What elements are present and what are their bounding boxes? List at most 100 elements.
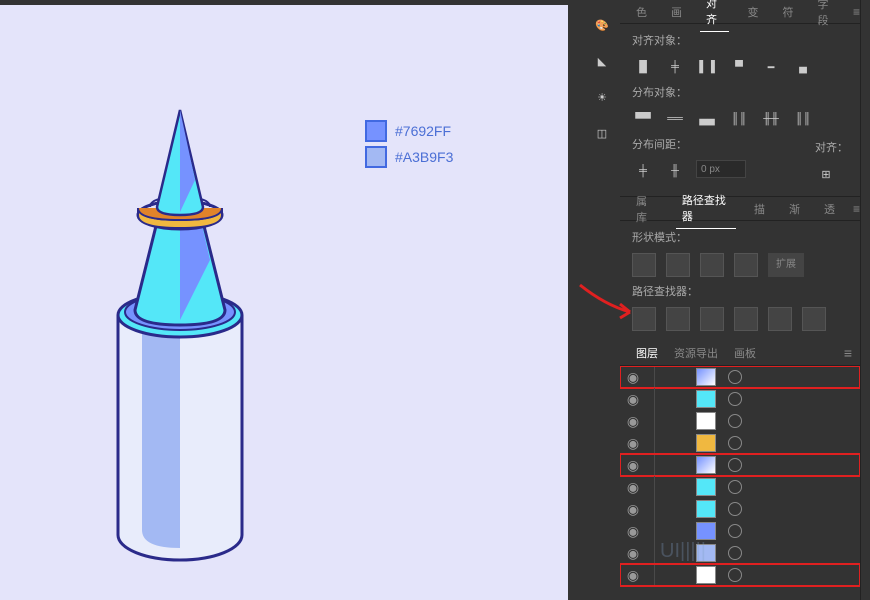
trim-icon[interactable] [666, 307, 690, 331]
minus-back-icon[interactable] [802, 307, 826, 331]
tab-color[interactable]: 色 [630, 0, 653, 24]
tab-char[interactable]: 符 [776, 0, 799, 24]
visibility-toggle-icon[interactable]: ◉ [624, 457, 642, 474]
shape-tool-icon[interactable]: ◣ [587, 46, 617, 76]
merge-icon[interactable] [700, 307, 724, 331]
layer-row[interactable]: ◉ [620, 432, 860, 454]
target-icon[interactable] [728, 524, 742, 538]
tab-pathfinder[interactable]: 路径查找器 [676, 188, 736, 229]
top-panel-tabs: 色 画 对齐 变 符 字段 ≡ [620, 0, 860, 24]
visibility-toggle-icon[interactable]: ◉ [624, 391, 642, 408]
brightness-icon[interactable]: ☀ [587, 82, 617, 112]
pathfinder-tabs: 属 库 路径查找器 描 渐 透 ≡ [620, 197, 860, 221]
swatch-2[interactable] [365, 146, 387, 168]
layer-thumbnail [696, 522, 716, 540]
shape-mode-label: 形状模式： [632, 229, 848, 245]
target-icon[interactable] [728, 392, 742, 406]
dist-vcenter-icon[interactable]: ══ [664, 108, 686, 130]
swatch-1[interactable] [365, 120, 387, 142]
align-to-label: 对齐： [815, 139, 848, 155]
pathfinder-label: 路径查找器： [632, 283, 848, 299]
tab-stroke2[interactable]: 描 [748, 197, 771, 221]
layer-thumbnail [696, 412, 716, 430]
visibility-toggle-icon[interactable]: ◉ [624, 523, 642, 540]
layer-row[interactable]: ◉ [620, 366, 860, 388]
layer-row[interactable]: ◉ [620, 410, 860, 432]
spacing-input[interactable] [696, 160, 746, 178]
align-to-artboard-icon[interactable]: ⊞ [815, 163, 837, 185]
target-icon[interactable] [728, 480, 742, 494]
tab-lib[interactable]: 属 库 [630, 189, 664, 229]
tab-transform[interactable]: 变 [741, 0, 764, 24]
align-objects-label: 对齐对象： [632, 32, 848, 48]
visibility-toggle-icon[interactable]: ◉ [624, 545, 642, 562]
visibility-toggle-icon[interactable]: ◉ [624, 413, 642, 430]
layer-thumbnail [696, 456, 716, 474]
visibility-toggle-icon[interactable]: ◉ [624, 479, 642, 496]
layer-row[interactable]: ◉ [620, 564, 860, 586]
dist-left-icon[interactable]: ║║ [728, 108, 750, 130]
distribute-spacing-label: 分布间距： [632, 136, 746, 152]
align-section: 对齐对象： ▐▌ ╪ ▌▐ ▀ ━ ▄ 分布对象： ▀▀ ══ ▄▄ ║║ ╫╫… [620, 24, 860, 197]
dist-hcenter-icon[interactable]: ╫╫ [760, 108, 782, 130]
layer-thumbnail [696, 368, 716, 386]
divide-icon[interactable] [632, 307, 656, 331]
crop-icon[interactable] [734, 307, 758, 331]
layer-row[interactable]: ◉ [620, 476, 860, 498]
visibility-toggle-icon[interactable]: ◉ [624, 369, 642, 386]
outline-icon[interactable] [768, 307, 792, 331]
pathfinder-menu-icon[interactable]: ≡ [853, 202, 860, 216]
layer-row[interactable]: ◉ [620, 454, 860, 476]
layer-thumbnail [696, 390, 716, 408]
layer-thumbnail [696, 434, 716, 452]
visibility-toggle-icon[interactable]: ◉ [624, 435, 642, 452]
align-hcenter-icon[interactable]: ╪ [664, 56, 686, 78]
tab-artboards[interactable]: 画板 [726, 341, 764, 365]
tab-align[interactable]: 对齐 [700, 0, 729, 32]
layer-row[interactable]: ◉ [620, 520, 860, 542]
tab-layers[interactable]: 图层 [628, 341, 666, 365]
tab-assets[interactable]: 资源导出 [666, 341, 726, 365]
canvas[interactable]: #7692FF #A3B9F3 [0, 5, 568, 600]
layer-thumbnail [696, 544, 716, 562]
target-icon[interactable] [728, 568, 742, 582]
tab-stroke[interactable]: 画 [665, 0, 688, 24]
target-icon[interactable] [728, 458, 742, 472]
layer-row[interactable]: ◉ [620, 542, 860, 564]
target-icon[interactable] [728, 502, 742, 516]
dist-vspace-icon[interactable]: ╪ [632, 160, 654, 182]
exclude-icon[interactable] [734, 253, 758, 277]
unite-icon[interactable] [632, 253, 656, 277]
dist-right-icon[interactable]: ║║ [792, 108, 814, 130]
dist-top-icon[interactable]: ▀▀ [632, 108, 654, 130]
tab-gradient[interactable]: 渐 [783, 197, 806, 221]
intersect-icon[interactable] [700, 253, 724, 277]
dist-hspace-icon[interactable]: ╫ [664, 160, 686, 182]
align-bottom-icon[interactable]: ▄ [792, 56, 814, 78]
target-icon[interactable] [728, 370, 742, 384]
align-right-icon[interactable]: ▌▐ [696, 56, 718, 78]
minus-front-icon[interactable] [666, 253, 690, 277]
target-icon[interactable] [728, 436, 742, 450]
swatch-2-label: #A3B9F3 [395, 149, 453, 165]
align-vcenter-icon[interactable]: ━ [760, 56, 782, 78]
align-left-icon[interactable]: ▐▌ [632, 56, 654, 78]
layer-thumbnail [696, 500, 716, 518]
layer-thumbnail [696, 478, 716, 496]
overlap-icon[interactable]: ◫ [587, 118, 617, 148]
visibility-toggle-icon[interactable]: ◉ [624, 501, 642, 518]
layers-menu-icon[interactable]: ≡ [844, 345, 852, 361]
panel-menu-icon[interactable]: ≡ [853, 5, 860, 19]
expand-button[interactable]: 扩展 [768, 253, 804, 277]
layer-row[interactable]: ◉ [620, 388, 860, 410]
visibility-toggle-icon[interactable]: ◉ [624, 567, 642, 584]
target-icon[interactable] [728, 414, 742, 428]
tab-paragraph[interactable]: 字段 [811, 0, 840, 32]
tab-transparency[interactable]: 透 [818, 197, 841, 221]
palette-icon[interactable]: 🎨 [587, 10, 617, 40]
dist-bottom-icon[interactable]: ▄▄ [696, 108, 718, 130]
layers-list[interactable]: ◉ ◉ ◉ ◉ ◉ ◉ [620, 366, 860, 596]
align-top-icon[interactable]: ▀ [728, 56, 750, 78]
target-icon[interactable] [728, 546, 742, 560]
layer-row[interactable]: ◉ [620, 498, 860, 520]
